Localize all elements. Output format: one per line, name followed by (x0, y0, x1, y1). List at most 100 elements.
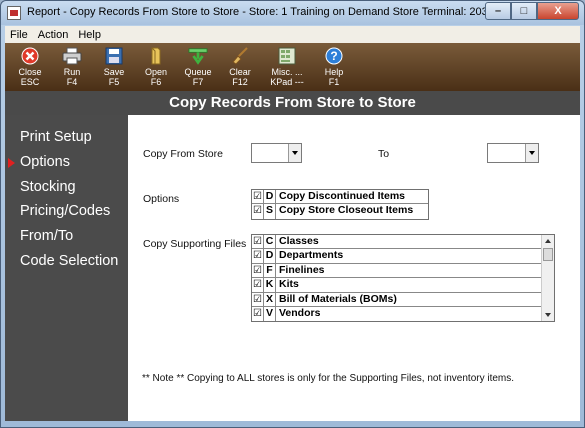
supporting-files-grid: ☑ C Classes ☑ D Departments ☑ F Fineline… (251, 234, 555, 322)
chevron-down-icon[interactable] (288, 144, 301, 162)
help-label: Help (324, 67, 344, 77)
open-button[interactable]: Open F6 (135, 43, 177, 91)
folder-icon (146, 46, 166, 66)
option-name: Copy Discontinued Items (279, 190, 406, 202)
scroll-up-icon[interactable] (542, 235, 554, 247)
close-label: Close (18, 67, 42, 77)
selected-arrow-icon (8, 157, 15, 168)
toolbar: Close ESC Run F4 Save F5 Open F6 Queue F… (5, 43, 580, 91)
checkbox-icon[interactable]: ☑ (252, 204, 264, 219)
misc-button[interactable]: Misc. ... KPad --- (261, 43, 313, 91)
misc-key: KPad --- (270, 77, 304, 87)
minimize-button[interactable]: – (485, 2, 511, 20)
window-title: Report - Copy Records From Store to Stor… (27, 6, 505, 18)
copy-from-store-label: Copy From Store (143, 148, 223, 160)
title-bar[interactable]: Report - Copy Records From Store to Stor… (1, 1, 584, 25)
sidebar-item-options[interactable]: Options (5, 150, 128, 175)
sidebar-item-label: Options (20, 153, 70, 170)
sidebar-item-label: Code Selection (20, 252, 119, 269)
sidebar-item-label: Print Setup (20, 129, 92, 145)
checkbox-icon[interactable]: ☑ (252, 190, 264, 204)
queue-key: F7 (192, 77, 204, 87)
sidebar-item-print-setup[interactable]: Print Setup (5, 125, 128, 150)
sidebar-item-label: From/To (20, 228, 74, 245)
checkbox-icon[interactable]: ☑ (252, 306, 264, 321)
close-button[interactable]: Close ESC (9, 43, 51, 91)
sidebar-item-label: Stocking (20, 178, 76, 195)
app-icon (7, 6, 21, 20)
save-label: Save (103, 67, 125, 77)
sidebar-item-label: Pricing/Codes (20, 203, 111, 220)
checkbox-icon[interactable]: ☑ (252, 249, 264, 263)
clear-button[interactable]: Clear F12 (219, 43, 261, 91)
sidebar-item-pricing-codes[interactable]: Pricing/Codes (5, 199, 128, 224)
options-grid: ☑ D Copy Discontinued Items ☑ S Copy Sto… (251, 189, 429, 220)
queue-label: Queue (184, 67, 212, 77)
options-label: Options (143, 193, 180, 205)
app-window: Report - Copy Records From Store to Stor… (0, 0, 585, 428)
open-key: F6 (150, 77, 162, 87)
option-row[interactable]: ☑ S Copy Store Closeout Items (252, 204, 428, 219)
file-row[interactable]: ☑ D Departments (252, 249, 554, 264)
checkbox-icon[interactable]: ☑ (252, 278, 264, 292)
misc-label: Misc. ... (271, 67, 303, 77)
file-code: X (264, 292, 276, 306)
file-row[interactable]: ☑ X Bill of Materials (BOMs) (252, 292, 554, 307)
supporting-files-label: Copy Supporting Files (143, 238, 247, 250)
close-icon (20, 46, 40, 66)
menu-bar: File Action Help (5, 26, 580, 43)
file-row[interactable]: ☑ C Classes (252, 235, 554, 250)
close-key: ESC (20, 77, 40, 87)
queue-button[interactable]: Queue F7 (177, 43, 219, 91)
scroll-down-icon[interactable] (542, 309, 554, 321)
option-code: D (264, 190, 276, 204)
open-label: Open (144, 67, 168, 77)
to-store-select[interactable] (487, 143, 539, 163)
run-key: F4 (66, 77, 78, 87)
maximize-button[interactable]: □ (511, 2, 537, 20)
scroll-thumb[interactable] (543, 248, 553, 261)
menu-action[interactable]: Action (33, 29, 74, 41)
sidebar-item-stocking[interactable]: Stocking (5, 175, 128, 200)
main-panel: Copy From Store To Options ☑ D Copy Disc… (128, 115, 580, 421)
checkbox-icon[interactable]: ☑ (252, 235, 264, 249)
file-name: Vendors (279, 306, 321, 319)
sidebar-item-from-to[interactable]: From/To (5, 224, 128, 249)
file-row[interactable]: ☑ K Kits (252, 278, 554, 293)
menu-file[interactable]: File (5, 29, 33, 41)
file-code: D (264, 249, 276, 263)
run-button[interactable]: Run F4 (51, 43, 93, 91)
save-key: F5 (108, 77, 120, 87)
window-controls: – □ X (485, 2, 579, 20)
option-name: Copy Store Closeout Items (279, 204, 414, 217)
help-button[interactable]: ? Help F1 (313, 43, 355, 91)
clear-key: F12 (232, 77, 248, 87)
file-name: Departments (279, 249, 344, 262)
checkbox-icon[interactable]: ☑ (252, 292, 264, 306)
to-store-label: To (378, 148, 390, 160)
sidebar: Print Setup Options Stocking Pricing/Cod… (5, 115, 128, 421)
file-name: Finelines (279, 263, 325, 276)
clear-label: Clear (229, 67, 251, 77)
chevron-down-icon[interactable] (525, 144, 538, 162)
page-title: Copy Records From Store to Store (5, 91, 580, 115)
printer-icon (62, 46, 82, 66)
file-row[interactable]: ☑ F Finelines (252, 263, 554, 279)
option-row[interactable]: ☑ D Copy Discontinued Items (252, 190, 428, 205)
checkbox-icon[interactable]: ☑ (252, 263, 264, 278)
file-row[interactable]: ☑ V Vendors (252, 306, 554, 321)
vertical-scrollbar[interactable] (541, 235, 554, 321)
file-code: C (264, 235, 276, 249)
save-button[interactable]: Save F5 (93, 43, 135, 91)
file-name: Classes (279, 235, 319, 247)
file-name: Kits (279, 278, 299, 291)
broom-icon (230, 46, 250, 66)
queue-arrow-icon (188, 46, 208, 66)
from-store-select[interactable] (251, 143, 302, 163)
close-window-button[interactable]: X (537, 2, 579, 20)
sidebar-item-code-selection[interactable]: Code Selection (5, 249, 128, 274)
file-code: K (264, 278, 276, 292)
menu-help[interactable]: Help (73, 29, 106, 41)
svg-text:?: ? (330, 49, 337, 63)
option-code: S (264, 204, 276, 219)
